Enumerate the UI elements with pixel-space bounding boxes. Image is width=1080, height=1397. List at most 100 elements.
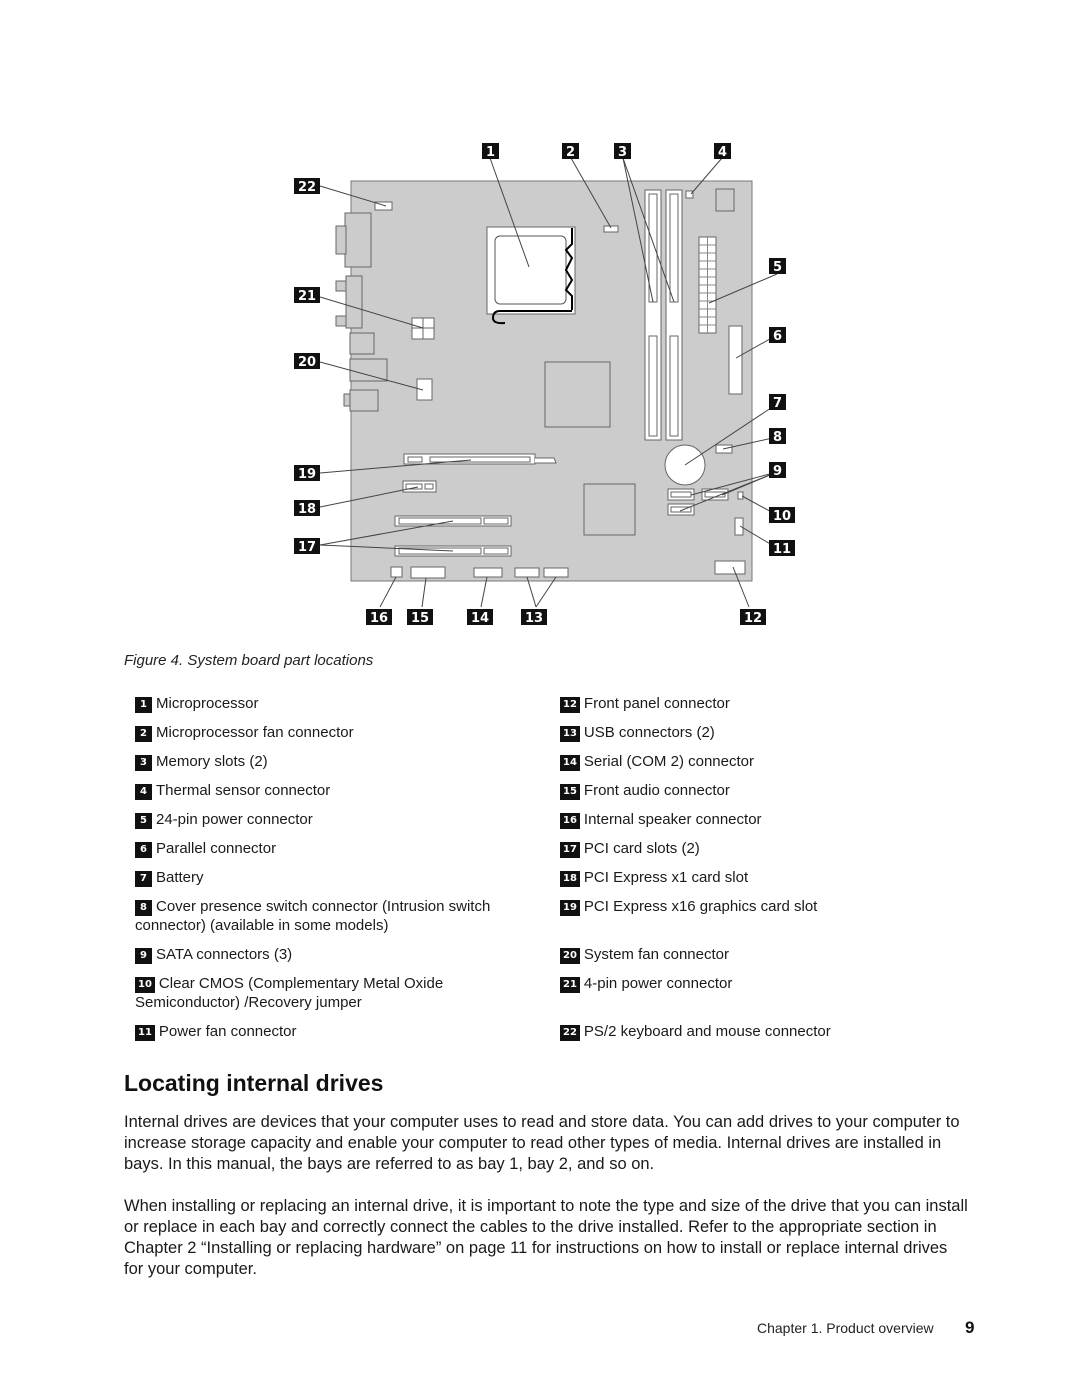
legend-badge: 10	[135, 977, 155, 993]
callout-16: 16	[366, 609, 392, 626]
svg-text:5: 5	[773, 260, 782, 275]
legend-label: Memory slots (2)	[156, 753, 268, 770]
callout-14: 14	[467, 609, 493, 626]
vga-port-body	[344, 212, 372, 268]
legend-badge: 1	[135, 697, 152, 713]
legend-item-12: 12 Front panel connector	[560, 694, 890, 713]
legend-item-1: 1 Microprocessor	[135, 694, 530, 713]
legend-item-21: 21 4-pin power connector	[560, 974, 890, 993]
callout-9: 9	[769, 462, 786, 479]
legend-badge: 9	[135, 948, 152, 964]
legend-badge: 2	[135, 726, 152, 742]
legend-label: 24-pin power connector	[156, 811, 313, 828]
legend-label: System fan connector	[583, 946, 729, 963]
front-audio-header	[410, 566, 446, 579]
legend-badge: 6	[135, 842, 152, 858]
system-fan-connector	[416, 378, 433, 401]
legend-label: Internal speaker connector	[583, 811, 762, 828]
svg-text:13: 13	[525, 611, 543, 626]
legend-item-17: 17 PCI card slots (2)	[560, 839, 890, 858]
callout-19: 19	[294, 465, 320, 482]
callout-6: 6	[769, 327, 786, 344]
vga-port-side	[335, 225, 347, 255]
legend-item-19: 19 PCI Express x16 graphics card slot	[560, 897, 890, 916]
cpu-fan-connector	[603, 225, 619, 233]
callout-1: 1	[482, 143, 499, 160]
callout-4: 4	[714, 143, 731, 160]
paragraph-1: Internal drives are devices that your co…	[124, 1113, 960, 1173]
legend-badge: 13	[560, 726, 580, 742]
section-heading: Locating internal drives	[124, 1070, 384, 1096]
chipset-southbridge	[583, 483, 636, 536]
legend-label: Front audio connector	[583, 782, 730, 799]
legend-label: Cover presence switch connector (Intrusi…	[135, 898, 491, 934]
legend-item-22: 22 PS/2 keyboard and mouse connector	[560, 1022, 890, 1041]
legend-item-6: 6 Parallel connector	[135, 839, 530, 858]
legend-badge: 18	[560, 871, 580, 887]
legend-badge: 4	[135, 784, 152, 800]
chipset-northbridge	[544, 361, 611, 428]
audio-jacks	[349, 389, 379, 412]
legend-badge: 15	[560, 784, 580, 800]
svg-text:14: 14	[471, 611, 489, 626]
legend-item-4: 4 Thermal sensor connector	[135, 781, 530, 800]
callout-3: 3	[614, 143, 631, 160]
legend-badge: 16	[560, 813, 580, 829]
system-board-diagram: 1 2 3 45678910111213141516171819202122	[294, 143, 795, 626]
legend-label: PCI Express x16 graphics card slot	[583, 898, 818, 915]
thermal-sensor-connector	[685, 190, 694, 199]
legend-item-5: 5 24-pin power connector	[135, 810, 530, 829]
callout-11: 11	[769, 540, 795, 557]
callout-12: 12	[740, 609, 766, 626]
callout-13: 13	[521, 609, 547, 626]
callout-5: 5	[769, 258, 786, 275]
legend-label: Thermal sensor connector	[156, 782, 331, 799]
legend-item-20: 20 System fan connector	[560, 945, 890, 964]
legend-item-3: 3 Memory slots (2)	[135, 752, 530, 771]
legend-badge: 3	[135, 755, 152, 771]
svg-text:11: 11	[773, 542, 791, 557]
svg-text:4: 4	[718, 145, 727, 160]
legend-badge: 5	[135, 813, 152, 829]
svg-text:7: 7	[773, 396, 782, 411]
legend-label: Front panel connector	[583, 695, 730, 712]
legend-label: PCI card slots (2)	[583, 840, 700, 857]
legend-item-16: 16 Internal speaker connector	[560, 810, 890, 829]
svg-text:6: 6	[773, 329, 782, 344]
paragraph-2: When installing or replacing an internal…	[124, 1197, 968, 1278]
callout-8: 8	[769, 428, 786, 445]
legend-badge: 19	[560, 900, 580, 916]
svg-text:2: 2	[566, 145, 575, 160]
svg-text:17: 17	[298, 540, 316, 555]
legend-item-7: 7 Battery	[135, 868, 530, 887]
svg-text:12: 12	[744, 611, 762, 626]
legend-item-18: 18 PCI Express x1 card slot	[560, 868, 890, 887]
serial-port-side	[335, 280, 347, 292]
legend-label: Battery	[156, 869, 204, 886]
cmos-jumper	[737, 491, 744, 500]
svg-text:8: 8	[773, 430, 782, 445]
legend-badge: 17	[560, 842, 580, 858]
svg-text:22: 22	[298, 180, 316, 195]
svg-text:18: 18	[298, 502, 316, 517]
front-panel-connector	[714, 560, 746, 575]
svg-text:15: 15	[411, 611, 429, 626]
legend-badge: 8	[135, 900, 152, 916]
page-number: 9	[965, 1318, 975, 1337]
legend-label: Serial (COM 2) connector	[583, 753, 754, 770]
legend-label: SATA connectors (3)	[156, 946, 293, 963]
legend-item-14: 14 Serial (COM 2) connector	[560, 752, 890, 771]
svg-text:1: 1	[486, 145, 495, 160]
callout-15: 15	[407, 609, 433, 626]
legend-badge: 20	[560, 948, 580, 964]
legend-item-11: 11 Power fan connector	[135, 1022, 530, 1041]
callout-2: 2	[562, 143, 579, 160]
legend-label: Clear CMOS (Complementary Metal Oxide Se…	[135, 975, 444, 1011]
usb-stack	[349, 332, 375, 355]
cpu	[494, 235, 567, 305]
svg-text:10: 10	[773, 509, 791, 524]
legend-label: Microprocessor	[156, 695, 259, 712]
svg-text:3: 3	[618, 145, 627, 160]
figure-caption: Figure 4. System board part locations	[124, 652, 374, 669]
legend-item-15: 15 Front audio connector	[560, 781, 890, 800]
